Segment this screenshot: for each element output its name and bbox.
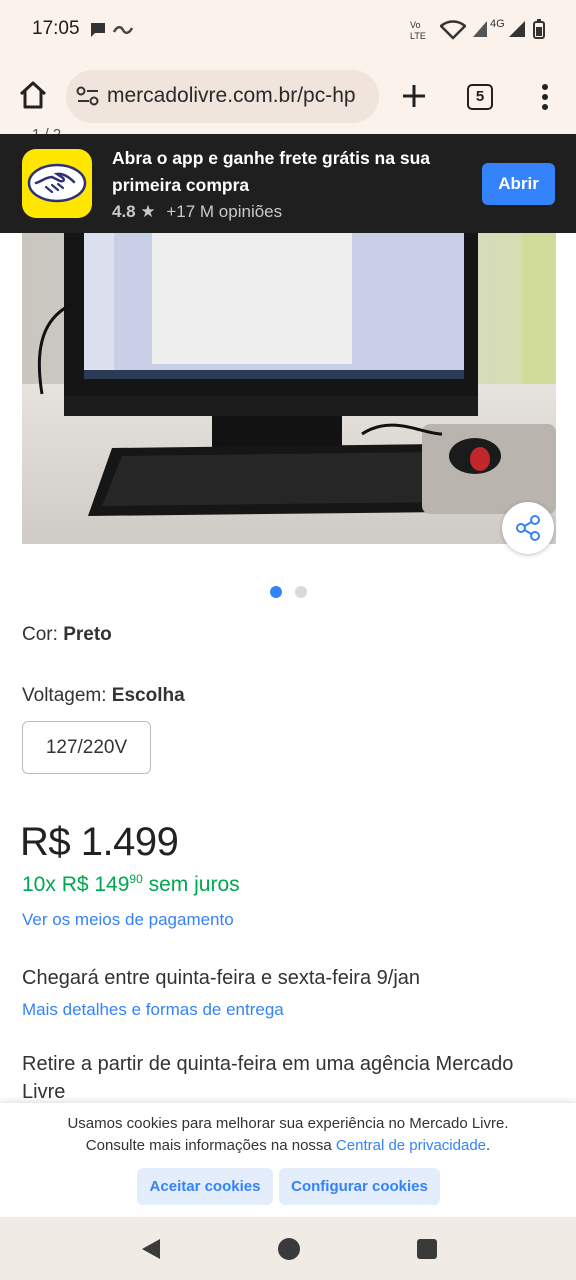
- cookie-message: Usamos cookies para melhorar sua experiê…: [0, 1113, 576, 1157]
- mercado-livre-logo: [22, 149, 92, 218]
- url-text[interactable]: mercadolivre.com.br/pc-hp: [107, 84, 356, 108]
- more-menu-button[interactable]: [533, 82, 557, 112]
- browser-toolbar: mercadolivre.com.br/pc-hp 5: [0, 60, 576, 134]
- home-button[interactable]: [16, 78, 50, 112]
- delivery-estimate: Chegará entre quinta-feira e sexta-feira…: [22, 967, 421, 989]
- pickup-line-2: Livre: [22, 1081, 66, 1103]
- pickup-line-1: Retire a partir de quinta-feira em uma a…: [22, 1053, 514, 1075]
- share-icon: [516, 515, 540, 541]
- wifi-icon: [439, 20, 467, 45]
- voltage-row: Voltagem: Escolha: [22, 685, 185, 707]
- site-settings-icon[interactable]: [76, 85, 100, 112]
- back-triangle-icon: [142, 1239, 160, 1259]
- new-tab-button[interactable]: [398, 80, 430, 112]
- delivery-details-link[interactable]: Mais detalhes e formas de entrega: [22, 1000, 284, 1020]
- network-type: 4G: [490, 18, 505, 30]
- svg-text:Vo: Vo: [410, 20, 421, 30]
- accept-cookies-button[interactable]: Aceitar cookies: [137, 1168, 273, 1205]
- open-app-button[interactable]: Abrir: [482, 163, 555, 205]
- banner-message: Abra o app e ganhe frete grátis na sua p…: [112, 148, 430, 195]
- plus-icon: [403, 85, 425, 107]
- signal-icon: [472, 20, 488, 43]
- home-nav-button[interactable]: [277, 1237, 301, 1266]
- home-icon: [19, 81, 47, 109]
- message-icon: [88, 20, 108, 45]
- payment-methods-link[interactable]: Ver os meios de pagamento: [22, 910, 234, 930]
- status-time: 17:05: [32, 18, 80, 39]
- color-row: Cor: Preto: [22, 624, 112, 646]
- battery-icon: [533, 19, 545, 44]
- product-price: R$ 1.499: [20, 820, 179, 864]
- color-value: Preto: [63, 624, 112, 645]
- carousel-dot[interactable]: [295, 586, 307, 598]
- installments-cents: 90: [129, 872, 143, 886]
- rating-value: 4.8: [112, 202, 136, 221]
- home-circle-icon: [278, 1238, 300, 1260]
- cookie-consent-bar: Usamos cookies para melhorar sua experiê…: [0, 1103, 576, 1217]
- color-label: Cor:: [22, 624, 64, 645]
- recents-square-icon: [417, 1239, 437, 1259]
- cookie-line-2: Consulte mais informações na nossa Centr…: [0, 1135, 576, 1157]
- handshake-icon: [27, 163, 87, 203]
- cookie-line-1: Usamos cookies para melhorar sua experiê…: [67, 1115, 509, 1132]
- configure-cookies-button[interactable]: Configurar cookies: [279, 1168, 440, 1205]
- more-vert-icon: [542, 84, 548, 110]
- signal-icon-2: [508, 20, 526, 43]
- tab-switcher-button[interactable]: 5: [467, 84, 493, 110]
- installments-suffix: sem juros: [142, 873, 240, 896]
- share-button[interactable]: [502, 502, 554, 554]
- installments: 10x R$ 14990 sem juros: [22, 872, 240, 897]
- app-rating: 4.8 ★ +17 M opiniões: [112, 202, 282, 222]
- review-count: +17 M opiniões: [166, 202, 283, 221]
- privacy-center-link[interactable]: Central de privacidade: [336, 1137, 486, 1154]
- installments-amount: 10x R$ 149: [22, 873, 130, 896]
- back-button[interactable]: [140, 1238, 162, 1265]
- recents-button[interactable]: [416, 1238, 438, 1265]
- star-icon: ★: [140, 202, 156, 221]
- carousel-dot-active[interactable]: [270, 586, 282, 598]
- address-bar[interactable]: mercadolivre.com.br/pc-hp: [66, 70, 379, 123]
- voltage-value: Escolha: [111, 685, 185, 706]
- app-notification-icon: [112, 22, 134, 43]
- volte-icon: Vo LTE: [410, 18, 430, 47]
- status-bar: 17:05 Vo LTE 4G: [0, 0, 576, 60]
- cookie-line-2-text: Consulte mais informações na nossa: [85, 1137, 336, 1154]
- cookie-line-2-end: .: [486, 1137, 491, 1154]
- voltage-option-button[interactable]: 127/220V: [22, 721, 151, 774]
- system-navigation-bar: [0, 1217, 576, 1280]
- voltage-label: Voltagem:: [22, 685, 112, 706]
- svg-text:LTE: LTE: [410, 31, 426, 41]
- app-install-banner: Abra o app e ganhe frete grátis na sua p…: [0, 134, 576, 233]
